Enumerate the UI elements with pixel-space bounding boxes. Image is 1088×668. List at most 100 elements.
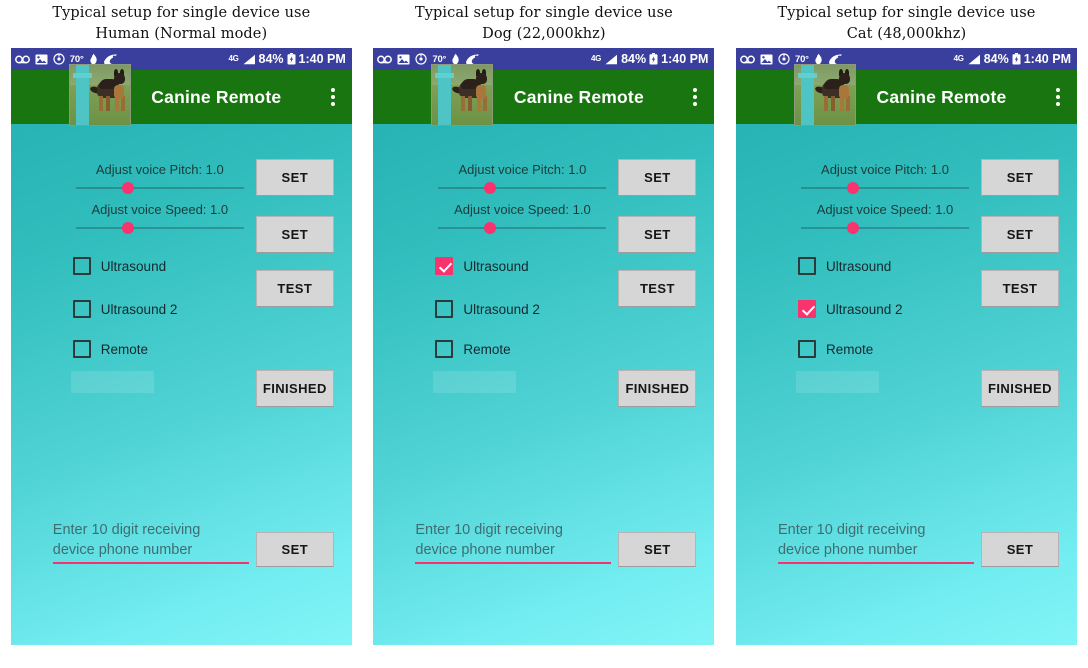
- network-4g-icon: 4G: [228, 54, 239, 63]
- pitch-slider[interactable]: [438, 181, 607, 195]
- signal-bars-icon: [968, 54, 980, 64]
- phone-number-field[interactable]: Enter 10 digit receiving device phone nu…: [52, 520, 249, 564]
- clock-label: 1:40 PM: [1023, 52, 1071, 66]
- ultrasound2-checkbox-row[interactable]: Ultrasound 2: [797, 300, 903, 318]
- app-bar-title: Canine Remote: [513, 86, 644, 107]
- ultrasound-checkbox-row[interactable]: Ultrasound: [72, 257, 167, 275]
- pitch-slider[interactable]: [800, 181, 969, 195]
- ultrasound-checkbox[interactable]: [72, 257, 91, 275]
- phone-number-underline: [777, 562, 974, 564]
- figure-panel-0: Typical setup for single device use Huma…: [0, 0, 363, 668]
- voicemail-icon: [740, 55, 755, 63]
- pitch-slider-thumb[interactable]: [484, 182, 497, 194]
- blank-text-field[interactable]: [433, 371, 517, 393]
- remote-checkbox-row[interactable]: Remote: [435, 340, 511, 358]
- overflow-menu-icon[interactable]: [1045, 88, 1071, 106]
- phone-number-field[interactable]: Enter 10 digit receiving device phone nu…: [777, 520, 974, 564]
- ultrasound2-checkbox-row[interactable]: Ultrasound 2: [72, 300, 178, 318]
- finished-button[interactable]: FINISHED: [618, 370, 697, 407]
- pitch-slider-thumb[interactable]: [121, 182, 134, 194]
- phone-number-underline: [52, 562, 249, 564]
- phone-number-placeholder: Enter 10 digit receiving device phone nu…: [415, 522, 563, 558]
- test-button[interactable]: TEST: [618, 270, 697, 307]
- network-4g-icon: 4G: [953, 54, 964, 63]
- pitch-set-button[interactable]: SET: [618, 159, 697, 196]
- status-bar-right-icons: 4G 84% 1:40 PM: [591, 52, 708, 66]
- status-bar: 70° 4G 84% 1:40 PM: [373, 48, 715, 70]
- speed-set-button[interactable]: SET: [255, 216, 334, 253]
- speed-slider-group: Adjust voice Speed: 1.0: [432, 202, 612, 235]
- phone-number-set-button[interactable]: SET: [980, 532, 1059, 567]
- phone-number-set-button[interactable]: SET: [255, 532, 334, 567]
- speed-slider-label: Adjust voice Speed: 1.0: [454, 202, 591, 217]
- speed-slider[interactable]: [75, 221, 244, 235]
- pitch-slider-group: Adjust voice Pitch: 1.0: [70, 162, 250, 195]
- pitch-slider-label: Adjust voice Pitch: 1.0: [95, 162, 224, 177]
- status-bar-right-icons: 4G 84% 1:40 PM: [954, 52, 1071, 66]
- remote-checkbox[interactable]: [435, 340, 454, 358]
- ultrasound-checkbox[interactable]: [797, 257, 816, 275]
- finished-button[interactable]: FINISHED: [255, 370, 334, 407]
- remote-label: Remote: [463, 341, 511, 357]
- pitch-slider[interactable]: [75, 181, 244, 195]
- ultrasound2-checkbox-row[interactable]: Ultrasound 2: [435, 300, 540, 318]
- speed-slider[interactable]: [800, 221, 969, 235]
- panel-row: Typical setup for single device use Huma…: [0, 0, 1088, 668]
- figure-panel-1: Typical setup for single device use Dog …: [363, 0, 726, 668]
- speed-slider[interactable]: [438, 221, 607, 235]
- remote-checkbox[interactable]: [72, 340, 91, 358]
- app-bar-title: Canine Remote: [876, 86, 1007, 107]
- ultrasound-checkbox-row[interactable]: Ultrasound: [435, 257, 529, 275]
- pitch-set-button[interactable]: SET: [255, 159, 334, 196]
- pitch-slider-label: Adjust voice Pitch: 1.0: [821, 162, 949, 177]
- speed-slider-group: Adjust voice Speed: 1.0: [795, 202, 975, 235]
- overflow-menu-icon[interactable]: [320, 88, 346, 106]
- speed-set-button[interactable]: SET: [980, 216, 1059, 253]
- ultrasound-checkbox[interactable]: [435, 257, 454, 275]
- speed-slider-thumb[interactable]: [121, 222, 134, 234]
- ultrasound2-checkbox[interactable]: [435, 300, 454, 318]
- ultrasound2-label: Ultrasound 2: [100, 301, 178, 317]
- remote-checkbox-row[interactable]: Remote: [797, 340, 873, 358]
- signal-bars-icon: [243, 54, 255, 64]
- app-bar: Canine Remote: [373, 64, 715, 126]
- blank-text-field[interactable]: [70, 371, 154, 393]
- panel-caption: Typical setup for single device use Huma…: [52, 5, 311, 42]
- overflow-menu-icon[interactable]: [682, 88, 708, 106]
- pitch-slider-label: Adjust voice Pitch: 1.0: [458, 162, 587, 177]
- ultrasound-checkbox-row[interactable]: Ultrasound: [797, 257, 891, 275]
- signal-bars-icon: [605, 54, 618, 64]
- test-button[interactable]: TEST: [980, 270, 1059, 307]
- remote-checkbox[interactable]: [797, 340, 816, 358]
- test-button[interactable]: TEST: [255, 270, 334, 307]
- app-logo-dog-photo: [68, 64, 131, 126]
- phone-number-field[interactable]: Enter 10 digit receiving device phone nu…: [415, 520, 612, 564]
- status-bar: 70° 4G 84% 1:40 PM: [10, 48, 352, 70]
- temperature-label: 70°: [69, 53, 84, 65]
- ultrasound2-checkbox[interactable]: [797, 300, 816, 318]
- panel-caption: Typical setup for single device use Dog …: [414, 5, 673, 42]
- pitch-set-button[interactable]: SET: [980, 159, 1059, 196]
- phone-screen: 70° 4G 84% 1:40 PM Canine Remote Adjust …: [735, 48, 1077, 645]
- finished-button[interactable]: FINISHED: [980, 370, 1059, 407]
- network-4g-icon: 4G: [591, 54, 602, 63]
- battery-percent-label: 84%: [983, 52, 1009, 66]
- pitch-slider-thumb[interactable]: [846, 182, 859, 194]
- temperature-label: 70°: [432, 53, 447, 65]
- temperature-label: 70°: [794, 53, 809, 65]
- speed-slider-thumb[interactable]: [484, 222, 497, 234]
- battery-percent-label: 84%: [621, 52, 647, 66]
- phone-number-set-button[interactable]: SET: [618, 532, 697, 567]
- speed-slider-thumb[interactable]: [846, 222, 859, 234]
- ultrasound2-checkbox[interactable]: [72, 300, 91, 318]
- phone-number-underline: [415, 562, 612, 564]
- ultrasound-label: Ultrasound: [100, 258, 167, 274]
- blank-text-field[interactable]: [795, 371, 879, 393]
- app-logo-dog-photo: [431, 64, 494, 126]
- phone-content: Adjust voice Pitch: 1.0 SET Adjust voice…: [736, 124, 1077, 645]
- voicemail-icon: [377, 55, 393, 63]
- speed-set-button[interactable]: SET: [618, 216, 697, 253]
- voicemail-icon: [14, 55, 30, 63]
- remote-checkbox-row[interactable]: Remote: [72, 340, 148, 358]
- target-icon: [53, 53, 65, 65]
